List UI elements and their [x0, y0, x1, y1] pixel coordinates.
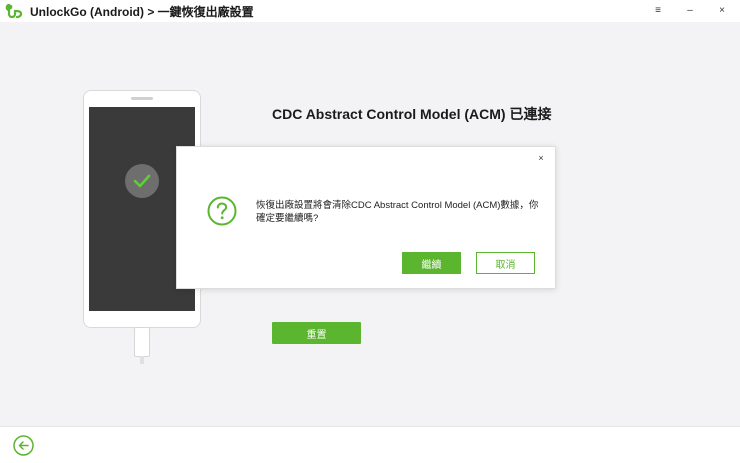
- connected-check-icon: [125, 164, 159, 198]
- back-arrow-icon[interactable]: [13, 435, 34, 456]
- unlockgo-logo-icon: [5, 3, 23, 19]
- usb-cable-plug: [134, 327, 150, 357]
- question-icon: [207, 196, 237, 226]
- close-icon[interactable]: ×: [712, 2, 732, 20]
- title-bar: UnlockGo (Android) > 一鍵恢復出廠設置 ≡ – ×: [0, 0, 740, 22]
- reset-button[interactable]: 重置: [272, 322, 361, 344]
- dialog-message: 恢復出廠設置將會清除CDC Abstract Control Model (AC…: [256, 200, 539, 224]
- cancel-button[interactable]: 取消: [476, 252, 535, 274]
- minimize-icon[interactable]: –: [680, 2, 700, 20]
- dialog-close-icon[interactable]: ×: [535, 152, 547, 164]
- device-connected-heading: CDC Abstract Control Model (ACM) 已連接: [272, 106, 552, 122]
- usb-cable-wire: [140, 356, 144, 364]
- menu-icon[interactable]: ≡: [648, 2, 668, 20]
- footer-bar: [0, 426, 740, 463]
- app-title: UnlockGo (Android) > 一鍵恢復出廠設置: [30, 5, 254, 19]
- phone-speaker: [131, 97, 153, 100]
- continue-button[interactable]: 繼續: [402, 252, 461, 274]
- confirm-dialog: × 恢復出廠設置將會清除CDC Abstract Control Model (…: [176, 146, 556, 289]
